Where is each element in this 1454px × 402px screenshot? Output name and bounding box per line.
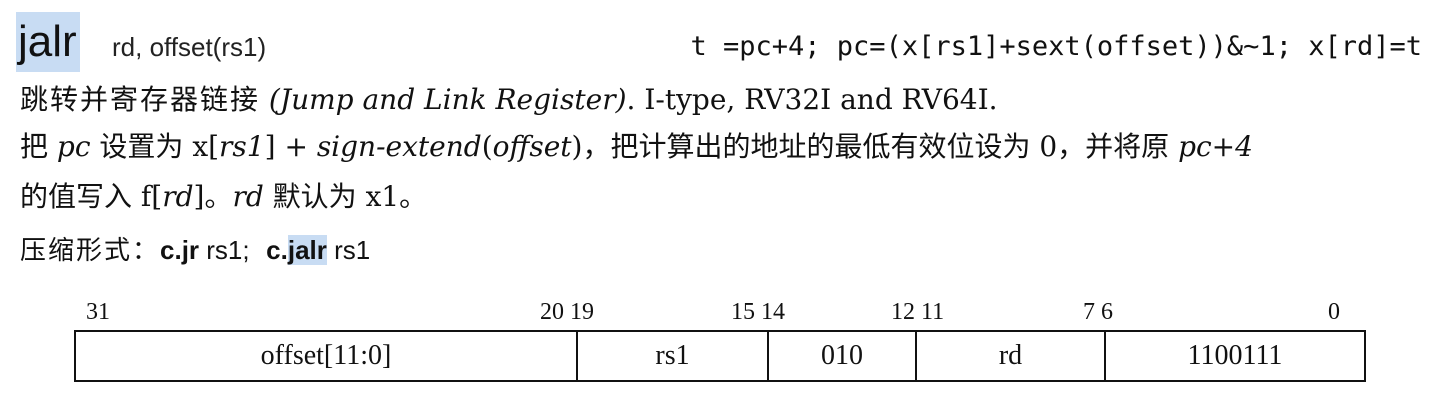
pc-term: pc [56,130,91,163]
text-segment: ( [481,130,493,163]
text-segment: 默认为 x1。 [263,180,428,213]
offset-term: offset [492,130,572,163]
compressed-form-prefix: c. [266,235,288,265]
compressed-forms: 压缩形式：c.jr rs1; c.jalr rs1 [20,229,370,272]
field-rd: rd [917,332,1106,380]
bit-label-31: 31 [86,299,110,325]
text-segment: ]。 [193,180,233,213]
compressed-label: 压缩形式： [20,236,161,266]
description-line-1: 把 pc 设置为 x[rs1] + sign-extend(offset)，把计… [20,126,1253,168]
bit-label-0: 0 [1328,299,1340,325]
rs1-term: rs1 [219,130,265,163]
instruction-operands: rd, offset(rs1) [112,32,267,62]
title-english: (Jump and Link Register) [268,83,627,116]
field-opcode: 1100111 [1187,340,1283,371]
title-chinese: 跳转并寄存器链接 [20,83,261,116]
compressed-arg: rs1 [326,235,371,265]
bit-label-20-19: 20 19 [540,299,594,325]
sign-extend-term: sign-extend [316,130,482,163]
field-offset: offset[11:0] [76,332,578,380]
text-segment: )，把计算出的地址的最低有效位设为 0，并将原 [571,130,1179,163]
bit-label-15-14: 15 14 [731,299,785,325]
compressed-form-cjalr: jalr [287,235,327,265]
semantics-formula: t =pc+4; pc=(x[rs1]+sext(offset))&~1; x[… [690,31,1423,62]
compressed-arg: rs1; [199,235,250,265]
text-segment: 把 [20,130,57,163]
rd-term: rd [162,180,194,213]
rd-term: rd [232,180,264,213]
instruction-title: 跳转并寄存器链接 (Jump and Link Register). I-typ… [20,79,998,121]
instruction-mnemonic: jalr [16,12,80,72]
description-line-2: 的值写入 f[rd]。rd 默认为 x1。 [20,176,427,218]
pc-plus-4-term: pc+4 [1178,130,1253,163]
type-info: . I-type, RV32I and RV64I. [626,83,998,116]
bit-label-7-6: 7 6 [1083,299,1113,325]
text-segment: ] + [264,130,317,163]
text-segment: 设置为 x[ [90,130,220,163]
bit-label-12-11: 12 11 [891,299,945,325]
compressed-form-cjr: c.jr [160,235,200,265]
text-segment: 的值写入 f[ [20,180,163,213]
instruction-encoding: offset[11:0] rs1 010 rd 1100111 [74,330,1366,382]
field-funct3: 010 [769,332,917,380]
field-rs1: rs1 [578,332,769,380]
